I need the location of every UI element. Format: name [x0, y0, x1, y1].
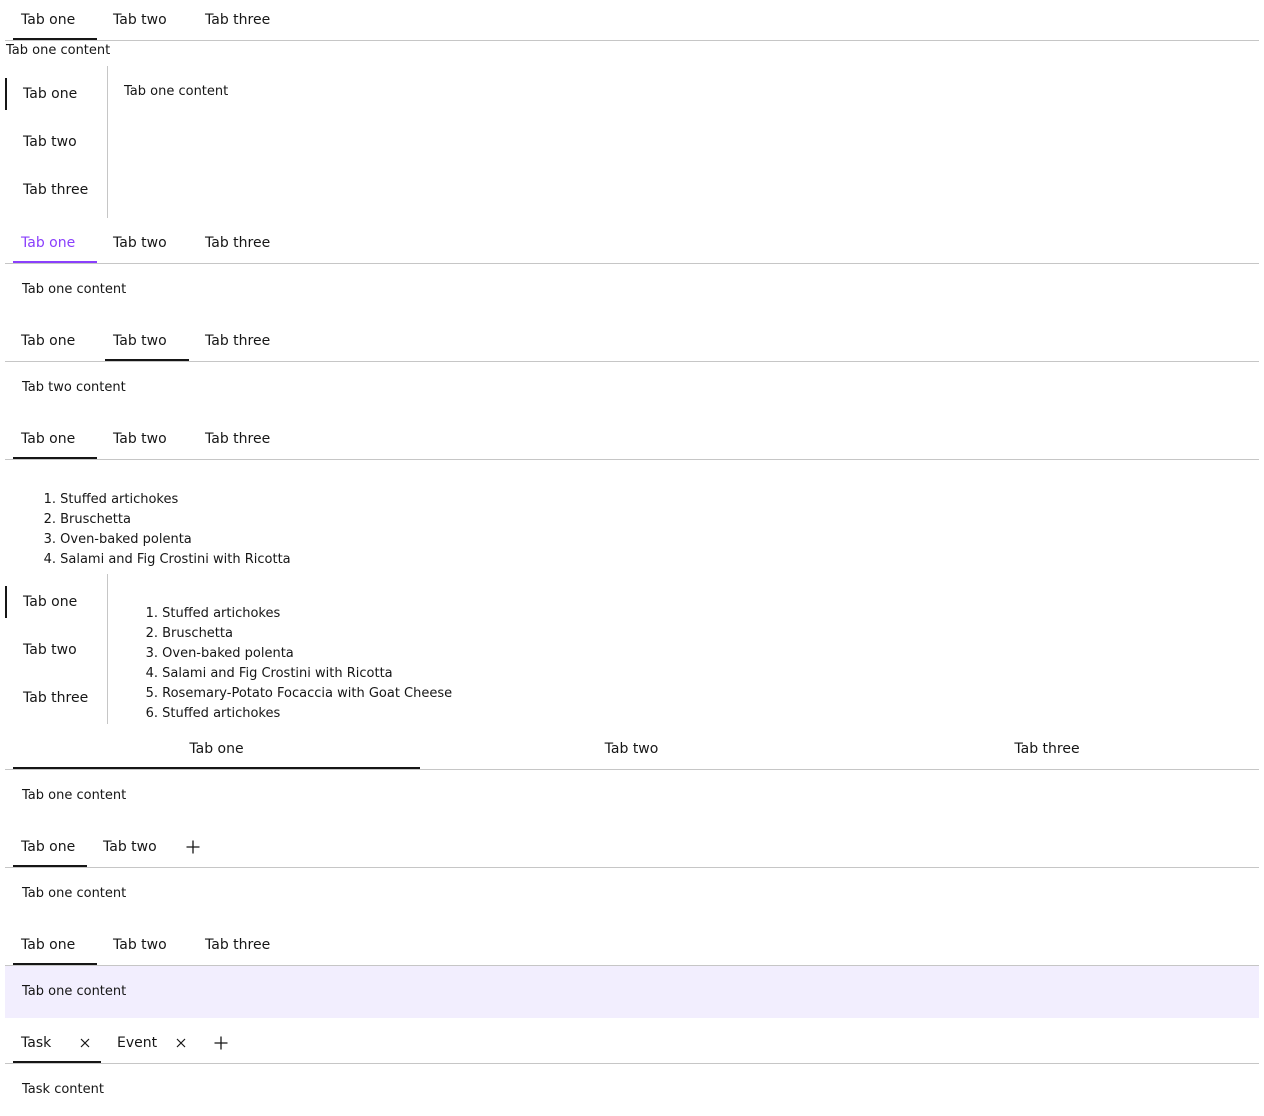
tab-divider	[5, 769, 1259, 770]
tab-divider	[5, 361, 1259, 362]
tab-two[interactable]: Tab two	[113, 431, 167, 447]
tab-panel-content: Tab two content	[22, 380, 126, 395]
tab-panel	[5, 966, 1259, 1018]
tab-three[interactable]: Tab three	[843, 741, 1251, 757]
plus-icon[interactable]	[186, 840, 200, 854]
tab-one[interactable]: Tab one	[21, 839, 75, 855]
tab-one[interactable]: Tab one	[21, 937, 75, 953]
tab-one[interactable]: Tab one	[21, 235, 75, 251]
tab-one[interactable]: Tab one	[23, 86, 77, 102]
tab-one[interactable]: Tab one	[21, 333, 75, 349]
tab-divider	[107, 66, 108, 218]
active-tab-indicator	[5, 586, 7, 618]
tab-divider	[5, 263, 1259, 264]
tab-divider	[107, 574, 108, 724]
tab-panel-content: Tab one content	[22, 282, 127, 297]
tab-two[interactable]: Tab two	[103, 839, 157, 855]
list-item: 4. Salami and Fig Crostini with Ricotta	[43, 552, 291, 567]
tab-three[interactable]: Tab three	[205, 431, 270, 447]
tab-two[interactable]: Tab two	[113, 333, 167, 349]
tab-two[interactable]: Tab two	[23, 642, 77, 658]
tab-panel-content: Tab one content	[22, 886, 127, 901]
tab-three[interactable]: Tab three	[23, 182, 88, 198]
tab-one[interactable]: Tab one	[21, 431, 75, 447]
tab-one[interactable]: Tab one	[13, 741, 420, 757]
list-item: 1. Stuffed artichokes	[43, 492, 179, 507]
list-item: 3. Oven-baked polenta	[145, 646, 294, 661]
tab-three[interactable]: Tab three	[23, 690, 88, 706]
list-item: 3. Oven-baked polenta	[43, 532, 192, 547]
tab-task[interactable]: Task	[21, 1035, 51, 1051]
tab-one[interactable]: Tab one	[21, 12, 75, 28]
tab-panel-content: Tab one content	[22, 788, 127, 803]
active-tab-indicator	[5, 78, 7, 110]
tab-two[interactable]: Tab two	[420, 741, 843, 757]
tab-three[interactable]: Tab three	[205, 235, 270, 251]
tab-divider	[5, 867, 1259, 868]
tab-three[interactable]: Tab three	[205, 333, 270, 349]
tab-panel-content: Tab one content	[124, 84, 229, 99]
tab-panel-content: Task content	[22, 1082, 104, 1097]
tab-one[interactable]: Tab one	[23, 594, 77, 610]
list-item: 1. Stuffed artichokes	[145, 606, 281, 621]
list-item: 6. Stuffed artichokes	[145, 706, 281, 721]
tab-divider	[5, 1063, 1259, 1064]
plus-icon[interactable]	[214, 1036, 228, 1050]
close-icon[interactable]	[80, 1038, 90, 1048]
tab-panel-content: Tab one content	[6, 43, 111, 58]
list-item: 2. Bruschetta	[145, 626, 233, 641]
tab-two[interactable]: Tab two	[113, 937, 167, 953]
list-item: 5. Rosemary-Potato Focaccia with Goat Ch…	[145, 686, 453, 701]
tab-divider	[5, 40, 1259, 41]
tab-two[interactable]: Tab two	[113, 235, 167, 251]
tab-three[interactable]: Tab three	[205, 12, 270, 28]
tab-divider	[5, 459, 1259, 460]
tab-panel-list: 1. Stuffed artichokes 2. Bruschetta 3. O…	[40, 490, 291, 570]
list-item: 4. Salami and Fig Crostini with Ricotta	[145, 666, 393, 681]
tab-two[interactable]: Tab two	[23, 134, 77, 150]
tab-panel-list: 1. Stuffed artichokes 2. Bruschetta 3. O…	[142, 604, 453, 724]
tab-two[interactable]: Tab two	[113, 12, 167, 28]
close-icon[interactable]	[176, 1038, 186, 1048]
tab-event[interactable]: Event	[117, 1035, 157, 1051]
list-item: 2. Bruschetta	[43, 512, 131, 527]
tab-panel-content: Tab one content	[22, 984, 127, 999]
tab-three[interactable]: Tab three	[205, 937, 270, 953]
